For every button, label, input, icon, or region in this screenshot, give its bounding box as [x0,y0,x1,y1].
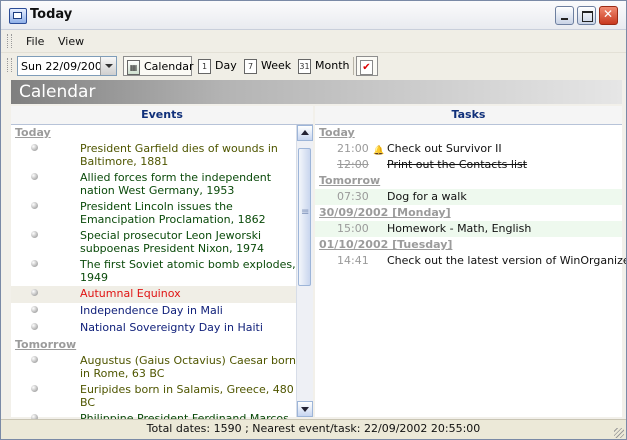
event-text: President Garfield dies of wounds in Bal… [80,142,278,168]
app-icon [9,8,27,24]
dropdown-arrow-icon[interactable] [100,57,116,75]
task-row[interactable]: 15:00 Homework - Math, English [315,221,622,237]
menu-view[interactable]: View [58,35,84,48]
task-row[interactable]: 07:30 Dog for a walk [315,189,622,205]
event-text: The first Soviet atomic bomb explodes, 1… [80,258,296,284]
menu-grip [7,34,12,48]
menu-bar: File View [1,30,626,52]
week-button[interactable]: 7 Week [241,56,293,76]
event-text: Euripides born in Salamis, Greece, 480 B… [80,383,294,409]
bullet-icon [31,306,38,313]
calendar-button[interactable]: ▦ Calendar [123,56,194,76]
tasks-list: Today 21:00 🔔 Check out Survivor II 12:0… [315,125,626,269]
tasks-group-tomorrow[interactable]: Tomorrow [315,173,622,189]
task-text: Check out the latest version of WinOrgan… [387,254,627,267]
list-item[interactable]: President Garfield dies of wounds in Bal… [11,141,296,170]
task-time: 12:00 [337,158,369,171]
events-pane: Events Today President Garfield dies of … [11,106,313,438]
bullet-icon [31,231,38,238]
bullet-icon [31,144,38,151]
event-text: Autumnal Equinox [80,287,181,300]
day-button-label: Day [215,59,237,72]
day-button[interactable]: 1 Day [195,56,239,76]
tasks-header: Tasks [315,106,622,125]
events-list: Today President Garfield dies of wounds … [11,125,313,439]
task-time: 21:00 [337,142,369,155]
menu-file[interactable]: File [26,35,44,48]
day-icon: 1 [198,59,211,74]
tasks-group-today[interactable]: Today [315,125,622,141]
toolbar-grip [7,58,12,72]
week-icon: 7 [244,59,257,74]
bullet-icon [31,173,38,180]
task-row[interactable]: 21:00 🔔 Check out Survivor II [315,141,622,157]
list-item[interactable]: Special prosecutor Leon Jeworski subpoen… [11,228,296,257]
tasks-group-tuesday[interactable]: 01/10/2002 [Tuesday] [315,237,622,253]
event-text: Allied forces form the independent natio… [80,171,272,197]
window-title: Today [30,7,73,22]
week-button-label: Week [261,59,292,72]
bullet-icon [31,356,38,363]
date-value: Sun 22/09/2002 [21,60,109,73]
minimize-button[interactable] [555,6,574,25]
list-item[interactable]: Euripides born in Salamis, Greece, 480 B… [11,382,296,411]
task-time: 07:30 [337,190,369,203]
events-group-today[interactable]: Today [11,125,296,141]
list-item[interactable]: The first Soviet atomic bomb explodes, 1… [11,257,296,286]
maximize-button[interactable] [577,6,596,25]
scroll-up-icon[interactable] [297,125,313,141]
task-text: Check out Survivor II [387,142,502,155]
events-group-tomorrow[interactable]: Tomorrow [11,337,296,353]
events-header: Events [11,106,313,125]
close-button[interactable] [599,6,618,25]
task-time: 15:00 [337,222,369,235]
today-window: Today File View Sun 22/09/2002 ▦ Calenda… [0,0,627,440]
task-row[interactable]: 14:41 Check out the latest version of Wi… [315,253,626,269]
scroll-thumb[interactable] [298,148,311,286]
bullet-icon [31,260,38,267]
view-banner: Calendar [11,80,622,104]
event-text: Independence Day in Mali [80,304,223,317]
toolbar: Sun 22/09/2002 ▦ Calendar 1 Day 7 Week 3… [1,52,626,80]
month-button[interactable]: 31 Month [295,56,351,76]
title-bar: Today [1,1,626,30]
bullet-icon [31,323,38,330]
month-button-label: Month [315,59,350,72]
status-bar: Total dates: 1590 ; Nearest event/task: … [1,419,626,439]
event-text: Special prosecutor Leon Jeworski subpoen… [80,229,265,255]
tasks-button[interactable]: ✔ [356,56,378,76]
bullet-icon [31,202,38,209]
list-item[interactable]: Autumnal Equinox [11,286,296,303]
status-text: Total dates: 1590 ; Nearest event/task: … [146,422,481,435]
bullet-icon [31,289,38,296]
tasks-group-monday[interactable]: 30/09/2002 [Monday] [315,205,622,221]
events-scrollbar[interactable] [296,125,313,417]
event-text: Augustus (Gaius Octavius) Caesar born in… [80,354,297,380]
event-text: National Sovereignty Day in Haiti [80,321,263,334]
list-item[interactable]: President Lincoln issues the Emancipatio… [11,199,296,228]
list-item[interactable]: Allied forces form the independent natio… [11,170,296,199]
list-item[interactable]: National Sovereignty Day in Haiti [11,320,296,337]
task-row[interactable]: 12:00 Print out the Contacts list [315,157,622,173]
bullet-icon [31,385,38,392]
task-text: Homework - Math, English [387,222,532,235]
list-item[interactable]: Augustus (Gaius Octavius) Caesar born in… [11,353,296,382]
checkmark-icon: ✔ [360,60,373,75]
resize-grip-icon[interactable] [614,428,624,438]
calendar-icon: ▦ [127,60,140,75]
tasks-pane: Tasks Today 21:00 🔔 Check out Survivor I… [315,106,626,417]
task-text: Print out the Contacts list [387,158,528,171]
calendar-button-label: Calendar [144,60,194,73]
scroll-down-icon[interactable] [297,401,313,417]
task-text: Dog for a walk [387,190,467,203]
task-time: 14:41 [337,254,369,267]
list-item[interactable]: Independence Day in Mali [11,303,296,320]
month-icon: 31 [298,59,311,74]
date-selector[interactable]: Sun 22/09/2002 [17,56,117,76]
toolbar-separator [353,57,354,75]
event-text: President Lincoln issues the Emancipatio… [80,200,266,226]
